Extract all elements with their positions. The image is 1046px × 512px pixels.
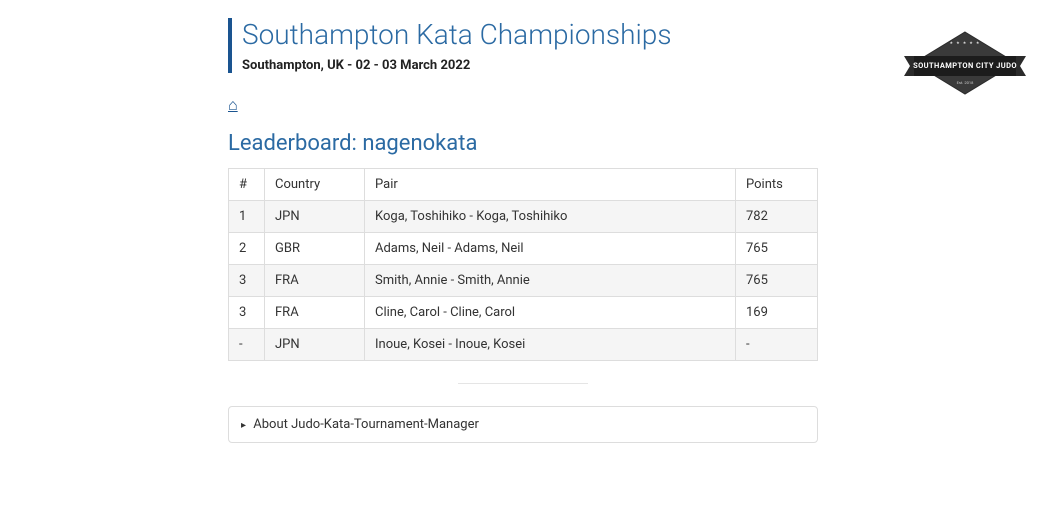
- cell-points: -: [736, 328, 818, 360]
- cell-country: JPN: [265, 200, 365, 232]
- table-header-row: # Country Pair Points: [229, 168, 818, 200]
- cell-pair: Inoue, Kosei - Inoue, Kosei: [365, 328, 736, 360]
- leaderboard-table: # Country Pair Points 1 JPN Koga, Toshih…: [228, 168, 818, 361]
- logo-text-main: SOUTHAMPTON CITY JUDO: [913, 61, 1017, 70]
- club-logo: ★ ★ ★ ★ ★ SOUTHAMPTON CITY JUDO Est. 201…: [904, 28, 1026, 102]
- cell-pair: Adams, Neil - Adams, Neil: [365, 232, 736, 264]
- cell-rank: 1: [229, 200, 265, 232]
- cell-pair: Cline, Carol - Cline, Carol: [365, 296, 736, 328]
- cell-points: 782: [736, 200, 818, 232]
- leaderboard-heading: Leaderboard: nagenokata: [228, 131, 818, 156]
- cell-pair: Koga, Toshihiko - Koga, Toshihiko: [365, 200, 736, 232]
- cell-points: 169: [736, 296, 818, 328]
- cell-points: 765: [736, 232, 818, 264]
- table-row: 3 FRA Smith, Annie - Smith, Annie 765: [229, 264, 818, 296]
- table-row: 2 GBR Adams, Neil - Adams, Neil 765: [229, 232, 818, 264]
- cell-country: FRA: [265, 264, 365, 296]
- title-block: Southampton Kata Championships Southampt…: [228, 18, 818, 73]
- col-country: Country: [265, 168, 365, 200]
- table-row: - JPN Inoue, Kosei - Inoue, Kosei -: [229, 328, 818, 360]
- about-label: About Judo-Kata-Tournament-Manager: [253, 417, 479, 432]
- col-rank: #: [229, 168, 265, 200]
- about-toggle[interactable]: ▸ About Judo-Kata-Tournament-Manager: [228, 406, 818, 443]
- table-row: 1 JPN Koga, Toshihiko - Koga, Toshihiko …: [229, 200, 818, 232]
- caret-right-icon: ▸: [241, 420, 246, 431]
- logo-stars: ★ ★ ★ ★ ★: [950, 40, 981, 45]
- logo-text-est: Est. 2018: [957, 80, 974, 85]
- col-points: Points: [736, 168, 818, 200]
- cell-country: FRA: [265, 296, 365, 328]
- cell-country: JPN: [265, 328, 365, 360]
- cell-country: GBR: [265, 232, 365, 264]
- page-subtitle: Southampton, UK - 02 - 03 March 2022: [242, 58, 818, 73]
- col-pair: Pair: [365, 168, 736, 200]
- page-title: Southampton Kata Championships: [242, 18, 818, 52]
- home-link[interactable]: ⌂: [228, 95, 238, 115]
- cell-rank: -: [229, 328, 265, 360]
- table-row: 3 FRA Cline, Carol - Cline, Carol 169: [229, 296, 818, 328]
- cell-rank: 3: [229, 264, 265, 296]
- cell-rank: 3: [229, 296, 265, 328]
- cell-points: 765: [736, 264, 818, 296]
- cell-pair: Smith, Annie - Smith, Annie: [365, 264, 736, 296]
- divider: [458, 383, 588, 384]
- cell-rank: 2: [229, 232, 265, 264]
- home-icon: ⌂: [228, 95, 238, 114]
